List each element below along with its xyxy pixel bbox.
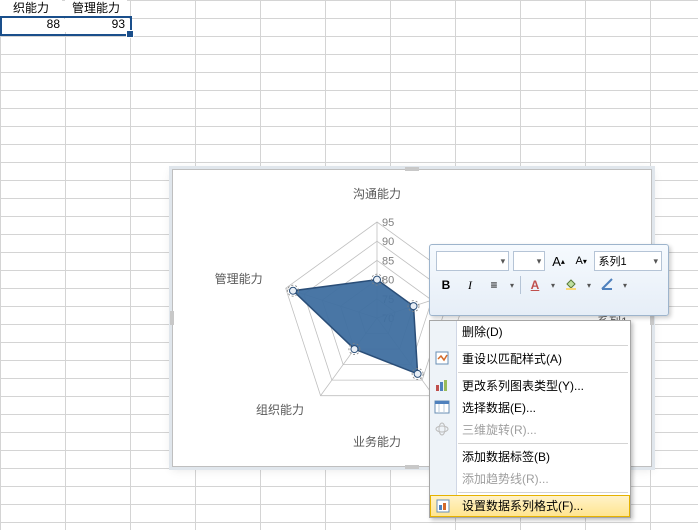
- context-menu-item[interactable]: 重设以匹配样式(A): [430, 348, 630, 370]
- fill-color-dropdown[interactable]: ▾: [585, 281, 593, 290]
- context-menu-item[interactable]: 选择数据(E)...: [430, 397, 630, 419]
- series-combo[interactable]: 系列1▾: [594, 251, 662, 271]
- context-menu-item[interactable]: 更改系列图表类型(Y)...: [430, 375, 630, 397]
- fill-color-button[interactable]: [561, 275, 581, 295]
- font-color-button[interactable]: A: [525, 275, 545, 295]
- font-color-dropdown[interactable]: ▾: [549, 281, 557, 290]
- svg-text:业务能力: 业务能力: [353, 434, 401, 449]
- rotate-3d-icon: [434, 421, 452, 439]
- grow-font-button[interactable]: A▴: [549, 251, 568, 271]
- select-data-icon: [434, 399, 452, 417]
- context-menu-item[interactable]: 设置数据系列格式(F)...: [430, 495, 630, 517]
- context-menu-item[interactable]: 添加数据标签(B): [430, 446, 630, 468]
- menu-item-label: 设置数据系列格式(F)...: [462, 499, 583, 513]
- svg-text:95: 95: [382, 217, 394, 229]
- resize-handle-w[interactable]: [170, 311, 174, 325]
- italic-button[interactable]: I: [460, 275, 480, 295]
- menu-item-label: 添加数据标签(B): [462, 450, 550, 464]
- svg-text:90: 90: [382, 236, 394, 248]
- menu-separator: [458, 492, 628, 493]
- context-menu-item: 三维旋转(R)...: [430, 419, 630, 441]
- align-dropdown[interactable]: ▾: [508, 281, 516, 290]
- cell-value[interactable]: 88: [0, 16, 64, 32]
- header-label: 管理能力: [72, 1, 120, 15]
- svg-text:管理能力: 管理能力: [215, 271, 263, 286]
- menu-separator: [458, 443, 628, 444]
- menu-separator: [458, 345, 628, 346]
- line-icon: [600, 277, 614, 294]
- context-menu: 删除(D) 重设以匹配样式(A) 更改系列图表类型(Y)... 选择数据(E)... 三…: [429, 320, 631, 518]
- resize-handle-s[interactable]: [405, 465, 419, 469]
- menu-item-label: 选择数据(E)...: [462, 401, 536, 415]
- mini-toolbar: ▾ ▾ A▴ A▾ 系列1▾ B I ≡ ▾ A ▾ ▾: [429, 244, 669, 316]
- cell-value[interactable]: 93: [65, 16, 129, 32]
- font-size-combo[interactable]: ▾: [513, 251, 545, 271]
- outline-button[interactable]: [597, 275, 617, 295]
- menu-separator: [458, 372, 628, 373]
- format-series-icon: [435, 498, 453, 516]
- shrink-font-button[interactable]: A▾: [572, 251, 591, 271]
- header-label: 织能力: [13, 1, 49, 15]
- separator: [520, 276, 521, 294]
- reset-icon: [434, 350, 452, 368]
- chart-type-icon: [434, 377, 452, 395]
- align-button[interactable]: ≡: [484, 275, 504, 295]
- svg-text:85: 85: [382, 255, 394, 267]
- context-menu-item[interactable]: 删除(D): [430, 321, 630, 343]
- menu-item-label: 三维旋转(R)...: [462, 423, 537, 437]
- font-family-combo[interactable]: ▾: [436, 251, 509, 271]
- svg-text:沟通能力: 沟通能力: [353, 187, 401, 201]
- bold-button[interactable]: B: [436, 275, 456, 295]
- menu-item-label: 添加趋势线(R)...: [462, 472, 549, 486]
- resize-handle-n[interactable]: [405, 167, 419, 171]
- menu-item-label: 更改系列图表类型(Y)...: [462, 379, 584, 393]
- column-header: 管理能力: [65, 0, 127, 16]
- menu-item-label: 删除(D): [462, 325, 503, 339]
- svg-text:组织能力: 组织能力: [256, 403, 304, 417]
- column-header: 织能力: [0, 0, 62, 16]
- bucket-icon: [564, 277, 578, 294]
- menu-item-label: 重设以匹配样式(A): [462, 352, 562, 366]
- context-menu-item: 添加趋势线(R)...: [430, 468, 630, 490]
- outline-dropdown[interactable]: ▾: [621, 281, 629, 290]
